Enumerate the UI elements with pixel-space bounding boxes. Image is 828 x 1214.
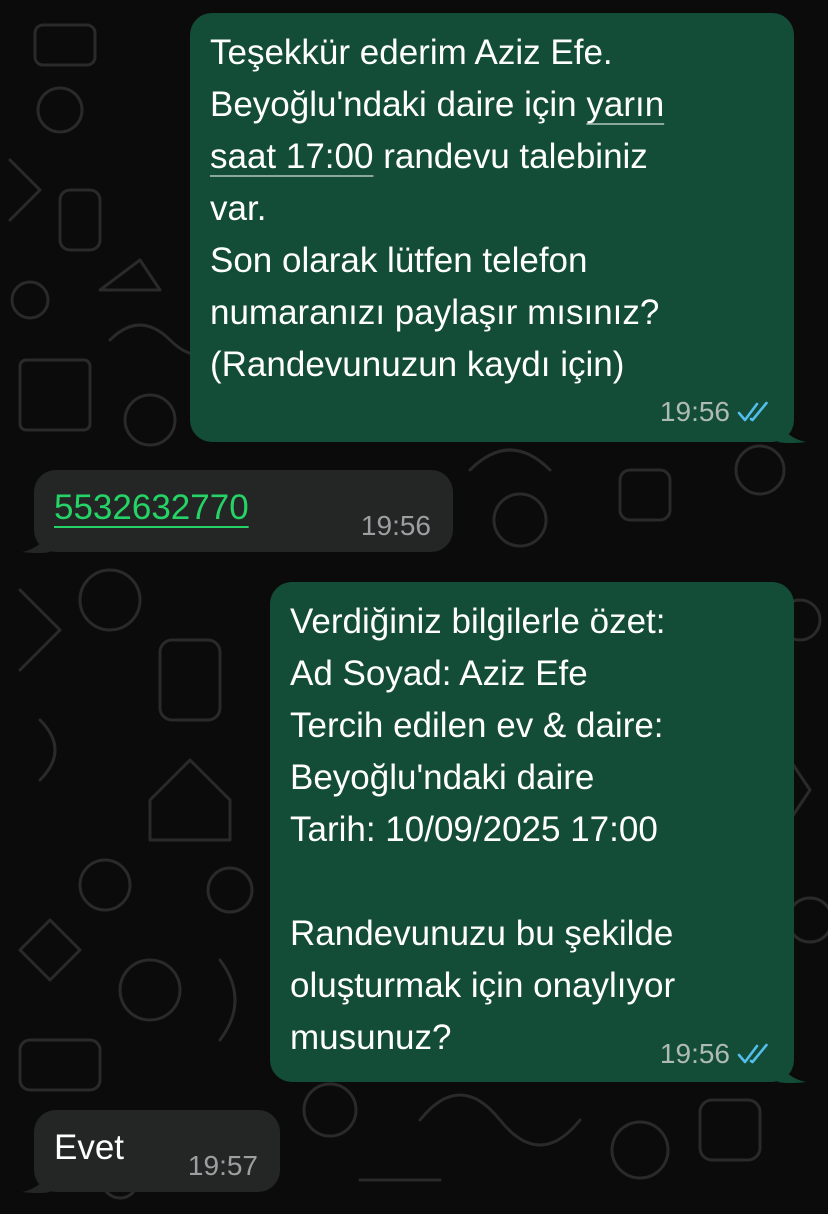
message-meta: 19:57 [188, 1150, 258, 1182]
bubble-tail [778, 1060, 806, 1083]
outgoing-message-bubble[interactable]: Teşekkür ederim Aziz Efe. Beyoğlu'ndaki … [190, 13, 794, 442]
phone-number-link[interactable]: 5532632770 [54, 488, 249, 527]
message-text-line: numaranızı paylaşır mısınız? [210, 293, 660, 332]
message-text-line: Beyoğlu'ndaki daire için yarın [210, 79, 774, 131]
message-meta: 19:56 [660, 1038, 776, 1070]
message-text-line: (Randevunuzun kaydı için) [210, 345, 625, 384]
double-check-read-icon [737, 401, 768, 422]
message-text-fragment: randevu talebiniz [373, 137, 648, 176]
time-link[interactable]: saat 17:00 [210, 137, 373, 176]
message-text-line: Ad Soyad: Aziz Efe [290, 654, 588, 693]
double-check-read-icon [737, 1043, 768, 1064]
message-text-line: Tarih: 10/09/2025 17:00 [290, 810, 658, 849]
date-link[interactable]: yarın [586, 85, 664, 124]
message-text-line: Tercih edilen ev & daire: [290, 706, 664, 745]
message-time: 19:56 [659, 1038, 730, 1069]
message-text-line: saat 17:00 randevu talebiniz [210, 131, 774, 183]
incoming-message-bubble[interactable]: Evet 19:57 [34, 1110, 280, 1192]
message-text-line: oluşturmak için onaylıyor [290, 966, 676, 1005]
message-text-line: var. [210, 189, 267, 228]
bubble-tail [22, 530, 50, 553]
message-text-line: Son olarak lütfen telefon [210, 241, 588, 280]
outgoing-message-bubble[interactable]: Verdiğiniz bilgilerle özet: Ad Soyad: Az… [270, 582, 794, 1082]
message-time: 19:56 [659, 396, 730, 427]
message-text-fragment: Beyoğlu'ndaki daire için [210, 85, 587, 124]
incoming-message-bubble[interactable]: 5532632770 19:56 [34, 470, 453, 552]
bubble-tail [778, 420, 806, 443]
message-text-line: Randevunuzu bu şekilde [290, 914, 674, 953]
message-text-line: Teşekkür ederim Aziz Efe. [210, 33, 613, 72]
message-text-line: Beyoğlu'ndaki daire [290, 758, 595, 797]
message-text-line: Verdiğiniz bilgilerle özet: [290, 602, 666, 641]
bubble-tail [22, 1170, 50, 1193]
message-time: 19:56 [360, 510, 431, 541]
message-time: 19:57 [187, 1150, 258, 1181]
message-meta: 19:56 [361, 510, 431, 542]
message-meta: 19:56 [660, 396, 776, 428]
